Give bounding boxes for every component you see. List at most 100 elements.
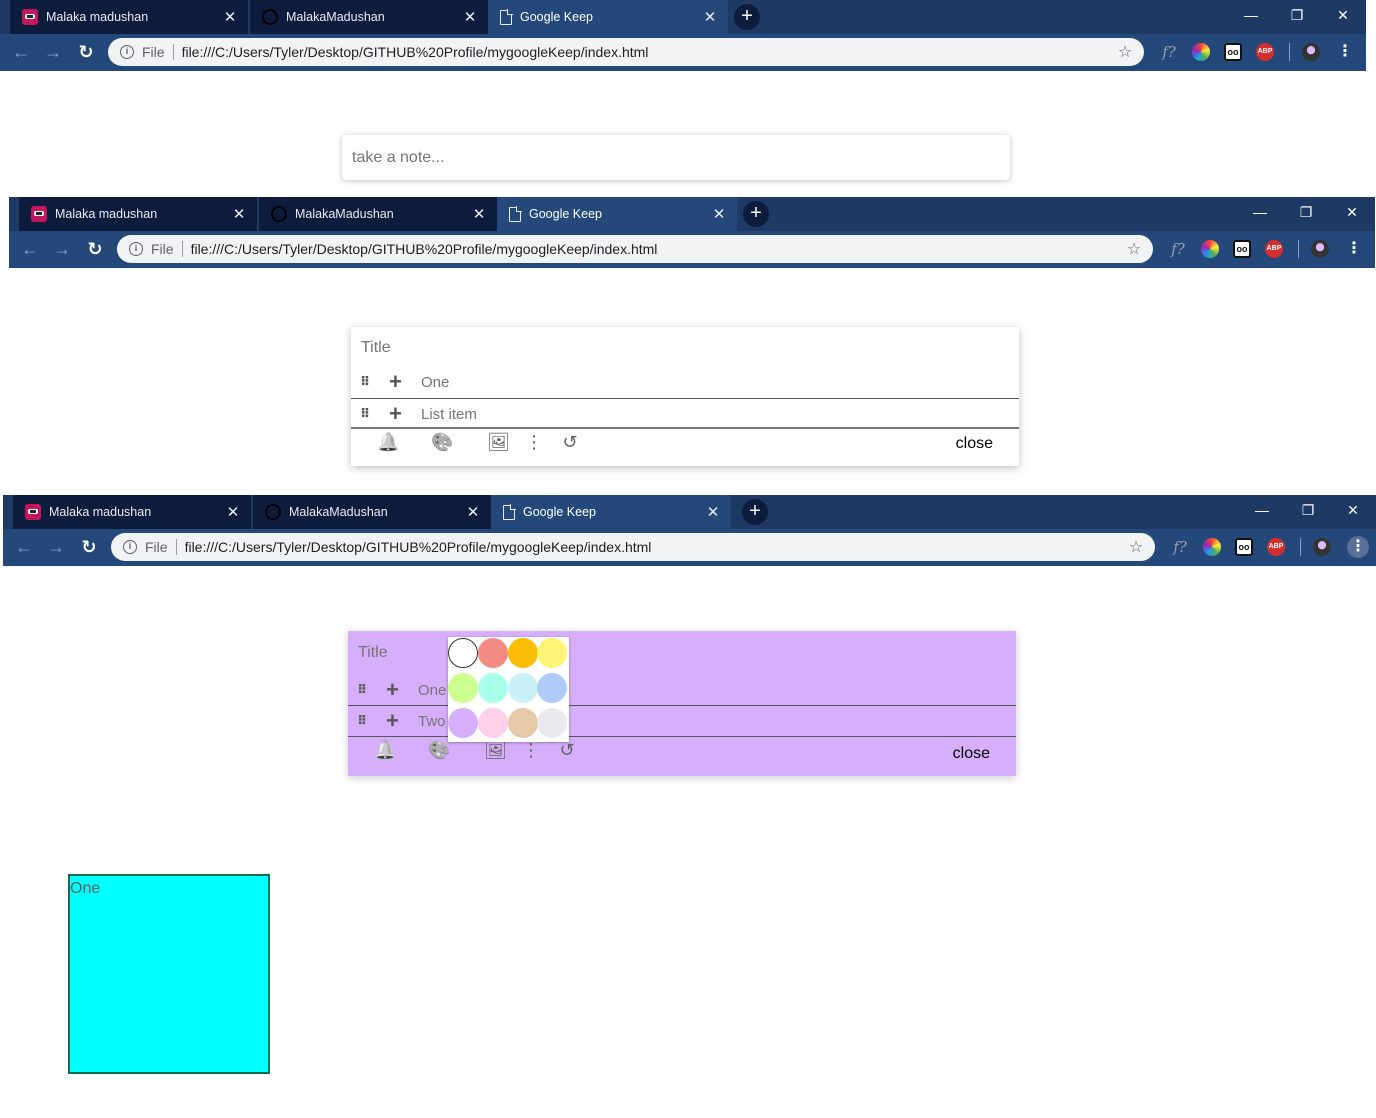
forward-button[interactable]: → (51, 238, 73, 260)
oo-extension-icon[interactable]: oo (1224, 43, 1242, 61)
browser-menu-icon[interactable]: ⋮ (1347, 536, 1369, 558)
close-button[interactable]: close (956, 435, 993, 453)
palette-icon[interactable]: 🎨 (431, 431, 453, 453)
tab-malaka-madushan[interactable]: Malaka madushan ✕ (13, 495, 251, 529)
tab-google-keep[interactable]: Google Keep ✕ (488, 0, 728, 34)
reload-button[interactable]: ↻ (78, 536, 100, 558)
back-button[interactable]: ← (19, 238, 41, 260)
close-icon[interactable]: ✕ (703, 503, 723, 521)
minimize-button[interactable]: — (1228, 2, 1274, 28)
plus-icon[interactable]: + (386, 710, 399, 732)
reload-button[interactable]: ↻ (84, 238, 106, 260)
tab-google-keep[interactable]: Google Keep ✕ (497, 197, 737, 231)
forward-button[interactable]: → (45, 536, 67, 558)
bell-icon[interactable]: 🔔 (377, 431, 399, 453)
new-tab-button[interactable]: + (742, 499, 768, 525)
tab-google-keep[interactable]: Google Keep ✕ (491, 495, 731, 529)
close-icon[interactable]: ✕ (460, 8, 480, 26)
bookmark-star-icon[interactable]: ☆ (1127, 537, 1145, 557)
window-close-button[interactable]: ✕ (1329, 199, 1375, 225)
color-swatch-teal[interactable] (478, 673, 508, 703)
profile-avatar-icon[interactable] (1302, 43, 1320, 61)
info-icon[interactable]: i (120, 45, 134, 59)
note-editor[interactable]: Title ⠿ + One ⠿ + List item 🔔 🎨 🖼 ⋮ ↺ cl… (351, 327, 1019, 466)
oo-extension-icon[interactable]: oo (1235, 538, 1253, 556)
profile-avatar-icon[interactable] (1311, 240, 1329, 258)
drag-handle-icon[interactable]: ⠿ (360, 407, 370, 421)
adblock-icon[interactable]: ABP (1265, 240, 1283, 258)
tab-malaka-madushan[interactable]: Malaka madushan ✕ (10, 0, 248, 34)
font-finder-icon[interactable]: f? (1160, 43, 1178, 61)
font-finder-icon[interactable]: f? (1169, 240, 1187, 258)
tab-malaka-madushan[interactable]: Malaka madushan ✕ (19, 197, 257, 231)
drag-handle-icon[interactable]: ⠿ (357, 683, 367, 697)
tab-malakamadushan[interactable]: MalakaMadushan ✕ (259, 197, 497, 231)
plus-icon[interactable]: + (389, 371, 402, 393)
address-bar[interactable]: i File file:///C:/Users/Tyler/Desktop/GI… (108, 38, 1144, 66)
color-wheel-icon[interactable] (1201, 240, 1219, 258)
bookmark-star-icon[interactable]: ☆ (1116, 42, 1134, 62)
list-item[interactable]: ⠿ + One (351, 367, 1019, 397)
url-text[interactable]: file:///C:/Users/Tyler/Desktop/GITHUB%20… (182, 44, 1116, 60)
close-button[interactable]: close (953, 745, 990, 763)
address-bar[interactable]: i File file:///C:/Users/Tyler/Desktop/GI… (111, 533, 1155, 561)
close-icon[interactable]: ✕ (229, 205, 249, 223)
browser-menu-icon[interactable]: ⋮ (1345, 240, 1363, 258)
new-tab-button[interactable]: + (734, 4, 760, 30)
color-swatch-red[interactable] (478, 638, 508, 668)
minimize-button[interactable]: — (1239, 497, 1285, 523)
window-close-button[interactable]: ✕ (1330, 497, 1376, 523)
title-input[interactable]: Title (358, 644, 388, 662)
restore-button[interactable]: ❐ (1274, 2, 1320, 28)
bookmark-star-icon[interactable]: ☆ (1125, 239, 1143, 259)
color-swatch-pink[interactable] (478, 708, 508, 738)
close-icon[interactable]: ✕ (469, 205, 489, 223)
list-item-text[interactable]: Two (418, 713, 446, 730)
address-bar[interactable]: i File file:///C:/Users/Tyler/Desktop/GI… (117, 235, 1153, 263)
color-swatch-orange[interactable] (508, 638, 538, 668)
color-swatch-white[interactable] (448, 638, 478, 668)
window-close-button[interactable]: ✕ (1320, 2, 1366, 28)
close-icon[interactable]: ✕ (463, 503, 483, 521)
minimize-button[interactable]: — (1237, 199, 1283, 225)
adblock-icon[interactable]: ABP (1256, 43, 1274, 61)
reload-button[interactable]: ↻ (75, 41, 97, 63)
color-swatch-dark-blue[interactable] (537, 673, 567, 703)
plus-icon[interactable]: + (386, 679, 399, 701)
restore-button[interactable]: ❐ (1283, 199, 1329, 225)
new-tab-button[interactable]: + (743, 201, 769, 227)
close-icon[interactable]: ✕ (223, 503, 243, 521)
image-icon[interactable]: 🖼 (487, 431, 510, 453)
font-finder-icon[interactable]: f? (1171, 538, 1189, 556)
info-icon[interactable]: i (123, 540, 137, 554)
image-icon[interactable]: 🖼 (484, 739, 507, 761)
drag-handle-icon[interactable]: ⠿ (360, 375, 370, 389)
tab-malakamadushan[interactable]: MalakaMadushan ✕ (253, 495, 491, 529)
palette-icon[interactable]: 🎨 (428, 739, 450, 761)
color-wheel-icon[interactable] (1192, 43, 1210, 61)
list-item-text[interactable]: One (418, 682, 446, 699)
url-text[interactable]: file:///C:/Users/Tyler/Desktop/GITHUB%20… (185, 539, 1127, 555)
info-icon[interactable]: i (129, 242, 143, 256)
oo-extension-icon[interactable]: oo (1233, 240, 1251, 258)
forward-button[interactable]: → (42, 41, 64, 63)
color-swatch-brown[interactable] (508, 708, 538, 738)
bell-icon[interactable]: 🔔 (374, 739, 396, 761)
url-text[interactable]: file:///C:/Users/Tyler/Desktop/GITHUB%20… (191, 241, 1125, 257)
take-note-input[interactable] (342, 135, 1010, 180)
close-icon[interactable]: ✕ (220, 8, 240, 26)
color-swatch-purple[interactable] (448, 708, 478, 738)
take-note-box[interactable] (342, 135, 1010, 180)
color-swatch-light-blue[interactable] (508, 673, 538, 703)
list-item-text[interactable]: One (421, 374, 449, 391)
more-icon[interactable]: ⋮ (523, 431, 545, 453)
list-item-text[interactable]: List item (421, 406, 477, 423)
color-swatch-yellow[interactable] (537, 638, 567, 668)
drag-handle-icon[interactable]: ⠿ (357, 714, 367, 728)
list-item[interactable]: ⠿ + List item (351, 399, 1019, 429)
undo-icon[interactable]: ↺ (559, 431, 581, 453)
close-icon[interactable]: ✕ (709, 205, 729, 223)
undo-icon[interactable]: ↺ (556, 739, 578, 761)
adblock-icon[interactable]: ABP (1267, 538, 1285, 556)
profile-avatar-icon[interactable] (1313, 538, 1331, 556)
